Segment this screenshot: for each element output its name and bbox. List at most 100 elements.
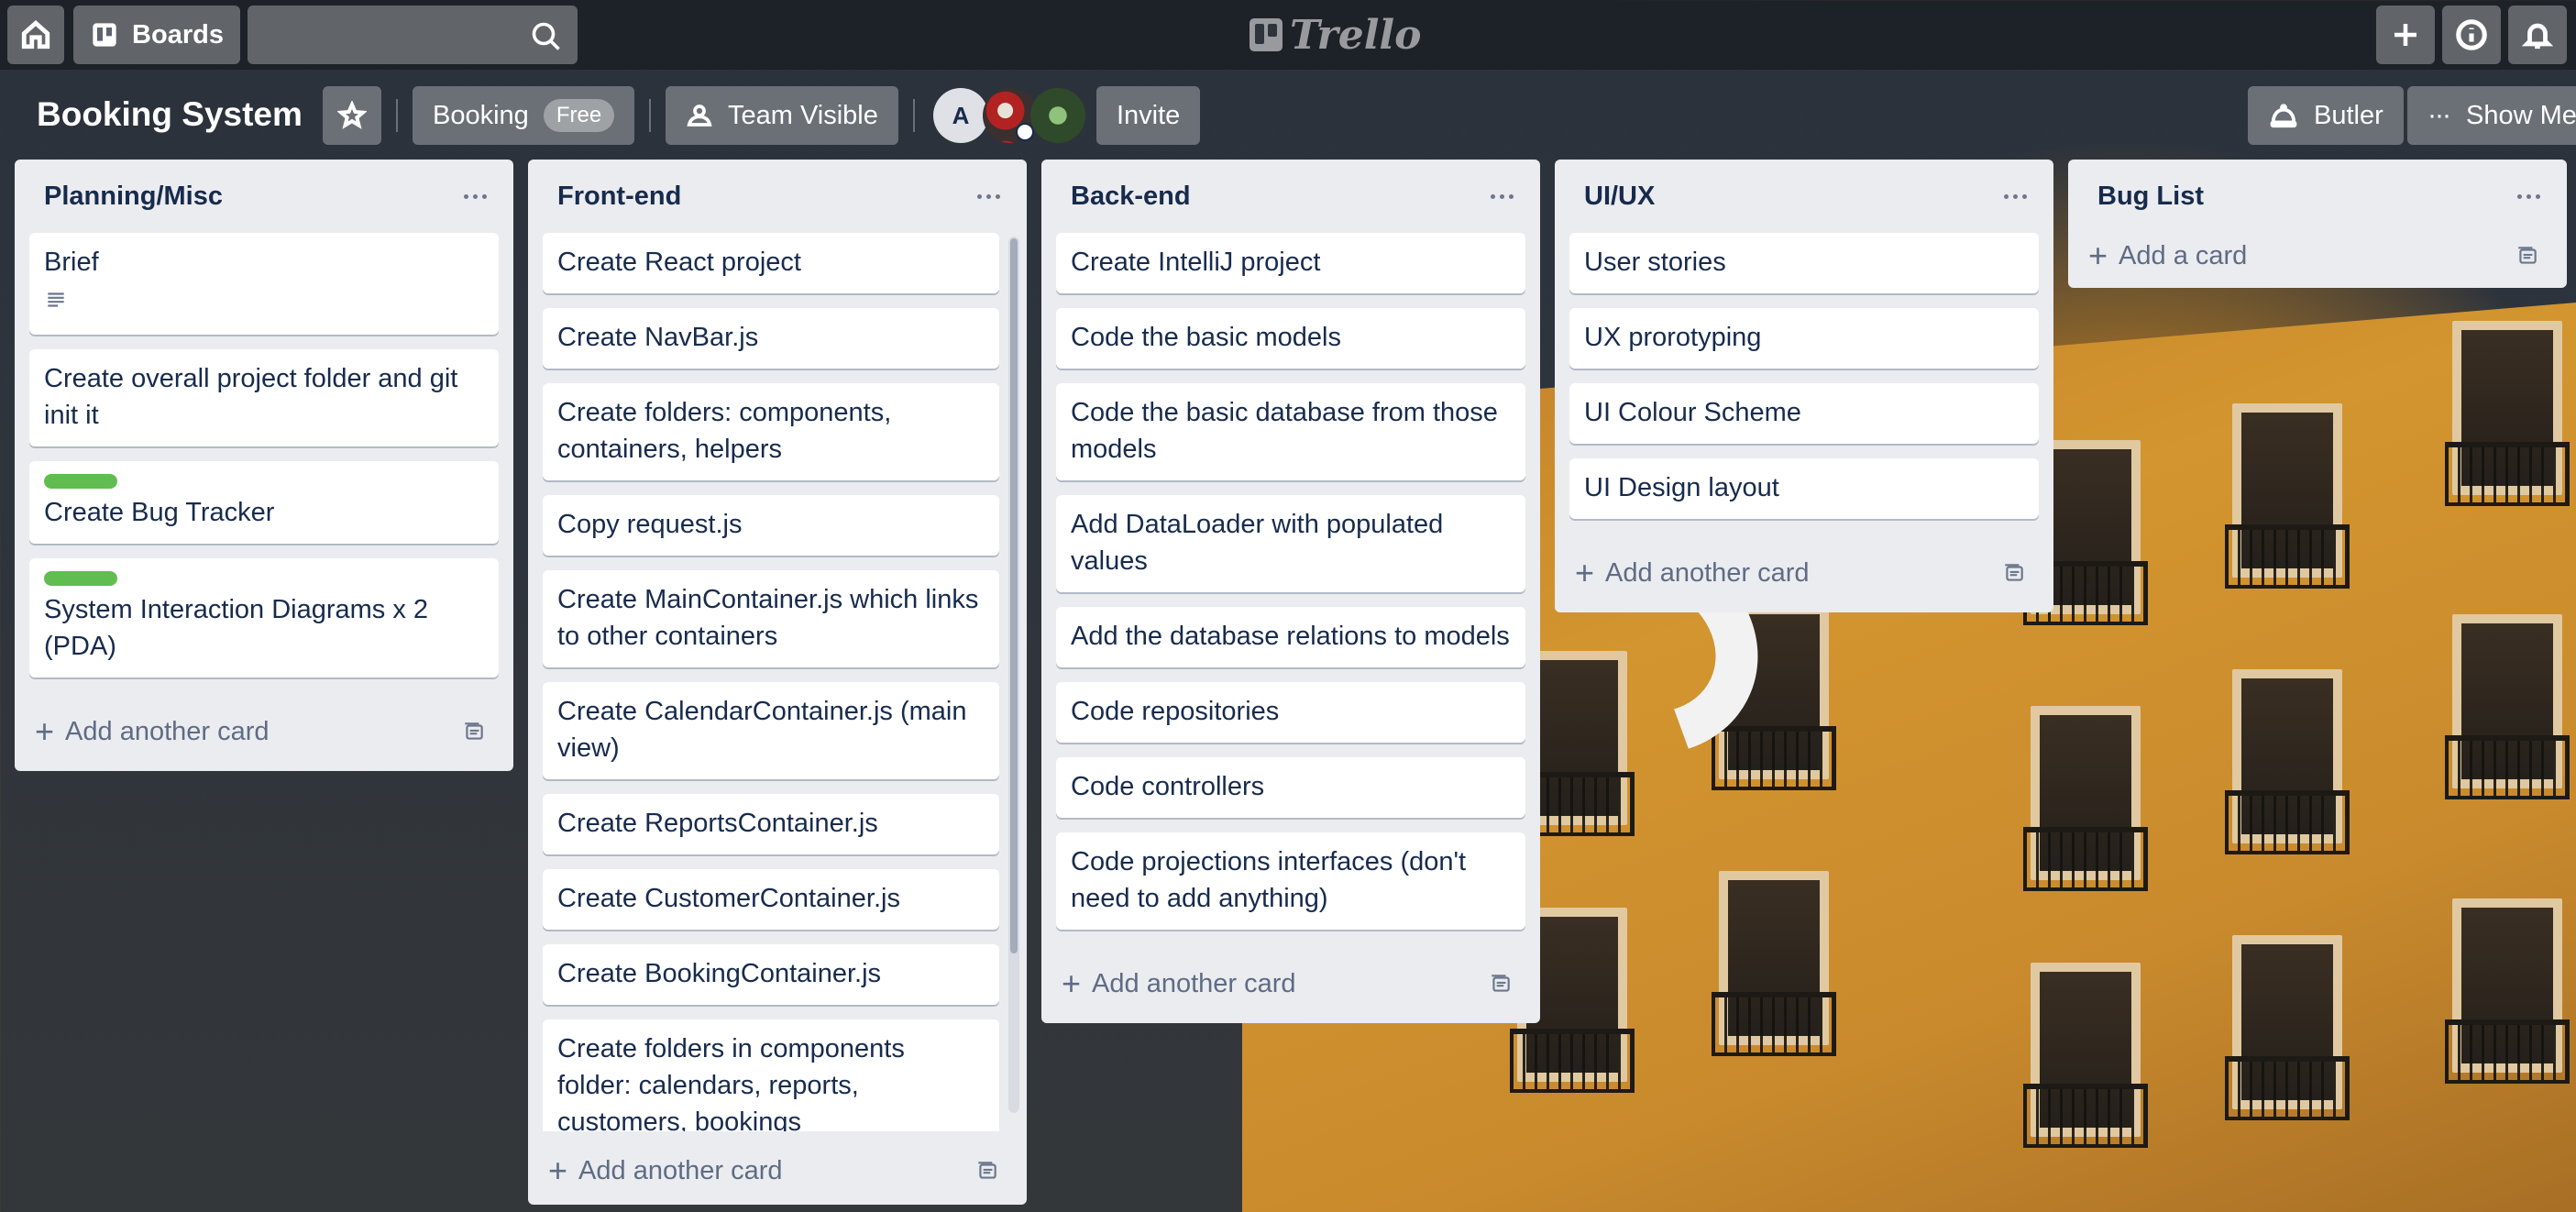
card-title: Code controllers	[1071, 772, 1265, 801]
card[interactable]: Create IntelliJ project	[1056, 233, 1525, 293]
card-title: Create Bug Tracker	[44, 498, 275, 527]
card-list: User stories UX prorotyping UI Colour Sche…	[1555, 233, 2053, 519]
list-header[interactable]: UI/UX	[1555, 160, 2053, 233]
list-title[interactable]: Bug List	[2097, 182, 2204, 212]
card[interactable]: Create NavBar.js	[543, 308, 999, 369]
card[interactable]: Copy request.js	[543, 495, 999, 556]
card[interactable]: Create CustomerContainer.js	[543, 869, 999, 930]
butler-button[interactable]: Butler	[2248, 86, 2404, 145]
card-title: Create CalendarContainer.js (main view)	[557, 697, 967, 763]
boards-button[interactable]: Boards	[73, 6, 240, 64]
card[interactable]: Code controllers	[1056, 757, 1525, 818]
info-button[interactable]	[2442, 6, 2501, 64]
card[interactable]: Create Bug Tracker	[29, 461, 499, 544]
card[interactable]: Create React project	[543, 233, 999, 293]
scrollbar-thumb[interactable]	[1010, 238, 1018, 953]
card[interactable]: Code projections interfaces (don't need …	[1056, 832, 1525, 930]
template-icon[interactable]	[975, 1159, 999, 1183]
avatar[interactable]	[1030, 88, 1085, 143]
list-title[interactable]: UI/UX	[1584, 182, 1655, 212]
card-title: Create ReportsContainer.js	[557, 809, 878, 838]
card-label-green[interactable]	[44, 571, 117, 586]
visibility-button[interactable]: Team Visible	[666, 86, 898, 145]
card[interactable]: Create overall project folder and git in…	[29, 349, 499, 446]
card-list: Create IntelliJ project Code the basic mo…	[1041, 233, 1540, 930]
list-menu-button[interactable]	[1997, 180, 2033, 213]
card[interactable]: Create BookingContainer.js	[543, 944, 999, 1005]
search-input[interactable]	[248, 6, 578, 64]
more-icon	[2516, 193, 2522, 199]
list-header[interactable]: Front-end	[528, 160, 1027, 233]
template-icon[interactable]	[2515, 244, 2539, 268]
list-menu-button[interactable]	[2510, 180, 2547, 213]
card-title: Add DataLoader with populated values	[1071, 510, 1444, 576]
card-list: Create React project Create NavBar.js Crea…	[528, 233, 1027, 1131]
template-icon[interactable]	[2002, 561, 2026, 585]
search-icon[interactable]	[530, 20, 563, 53]
create-button[interactable]	[2376, 6, 2435, 64]
list-scrollbar[interactable]	[1008, 237, 1019, 1113]
card-title: Code the basic models	[1071, 323, 1341, 352]
info-icon	[2456, 19, 2487, 50]
more-icon	[2003, 193, 2009, 199]
list-title[interactable]: Back-end	[1071, 182, 1191, 212]
card[interactable]: User stories	[1569, 233, 2039, 293]
add-card-button[interactable]: + Add another card	[15, 692, 513, 771]
card[interactable]: UI Design layout	[1569, 458, 2039, 519]
add-card-button[interactable]: + Add a card	[2068, 224, 2567, 288]
card-title: UI Design layout	[1584, 473, 1779, 502]
invite-button[interactable]: Invite	[1096, 86, 1201, 145]
card-title: System Interaction Diagrams x 2 (PDA)	[44, 595, 429, 661]
add-card-button[interactable]: + Add another card	[528, 1131, 1027, 1210]
notifications-button[interactable]	[2508, 6, 2567, 64]
card-title: Create React project	[557, 248, 801, 277]
avatar-initial: A	[952, 101, 970, 129]
trello-logo[interactable]: Trello	[1249, 11, 1422, 59]
board-title[interactable]: Booking System	[37, 92, 303, 138]
card[interactable]: Brief	[29, 233, 499, 335]
list-header[interactable]: Planning/Misc	[15, 160, 513, 233]
star-board-button[interactable]	[323, 86, 381, 145]
card[interactable]: Add DataLoader with populated values	[1056, 495, 1525, 592]
card[interactable]: Create folders in components folder: cal…	[543, 1019, 999, 1131]
home-icon	[21, 20, 50, 50]
admin-badge-icon	[1016, 123, 1034, 141]
team-name: Booking	[433, 100, 529, 130]
card[interactable]: Add the database relations to models	[1056, 607, 1525, 667]
boards-label: Boards	[132, 19, 224, 50]
card[interactable]: Code the basic database from those model…	[1056, 383, 1525, 480]
avatar[interactable]: A	[933, 88, 988, 143]
card[interactable]: Create folders: components, containers, …	[543, 383, 999, 480]
card[interactable]: System Interaction Diagrams x 2 (PDA)	[29, 558, 499, 678]
card[interactable]: UI Colour Scheme	[1569, 383, 2039, 444]
list-header[interactable]: Back-end	[1041, 160, 1540, 233]
card-title: Create folders: components, containers, …	[557, 398, 892, 464]
card[interactable]: Create ReportsContainer.js	[543, 794, 999, 854]
add-card-button[interactable]: + Add another card	[1041, 944, 1540, 1023]
boards-icon	[93, 23, 116, 47]
home-button[interactable]	[7, 6, 64, 64]
card-title: Create NavBar.js	[557, 323, 759, 352]
list-header[interactable]: Bug List	[2068, 160, 2567, 233]
card[interactable]: UX prorotyping	[1569, 308, 2039, 369]
plus-icon: +	[1062, 964, 1082, 1002]
list-title[interactable]: Front-end	[557, 182, 681, 212]
card[interactable]: Code the basic models	[1056, 308, 1525, 369]
template-icon[interactable]	[462, 720, 486, 744]
card-title: Brief	[44, 248, 99, 277]
list-menu-button[interactable]	[457, 180, 493, 213]
card-label-green[interactable]	[44, 474, 117, 489]
app-header: Boards Trello	[0, 0, 2576, 70]
team-button[interactable]: Booking Free	[413, 86, 635, 145]
show-menu-button[interactable]: ··· Show Me	[2407, 86, 2576, 145]
template-icon[interactable]	[1489, 972, 1513, 996]
list-menu-button[interactable]	[1483, 180, 1520, 213]
add-card-button[interactable]: + Add another card	[1555, 534, 2053, 612]
more-icon: ···	[2427, 100, 2451, 130]
card[interactable]: Create CalendarContainer.js (main view)	[543, 682, 999, 779]
card[interactable]: Code repositories	[1056, 682, 1525, 743]
card[interactable]: Create MainContainer.js which links to o…	[543, 570, 999, 667]
list-title[interactable]: Planning/Misc	[44, 182, 223, 212]
list-menu-button[interactable]	[970, 180, 1007, 213]
add-card-label: Add another card	[578, 1155, 783, 1185]
